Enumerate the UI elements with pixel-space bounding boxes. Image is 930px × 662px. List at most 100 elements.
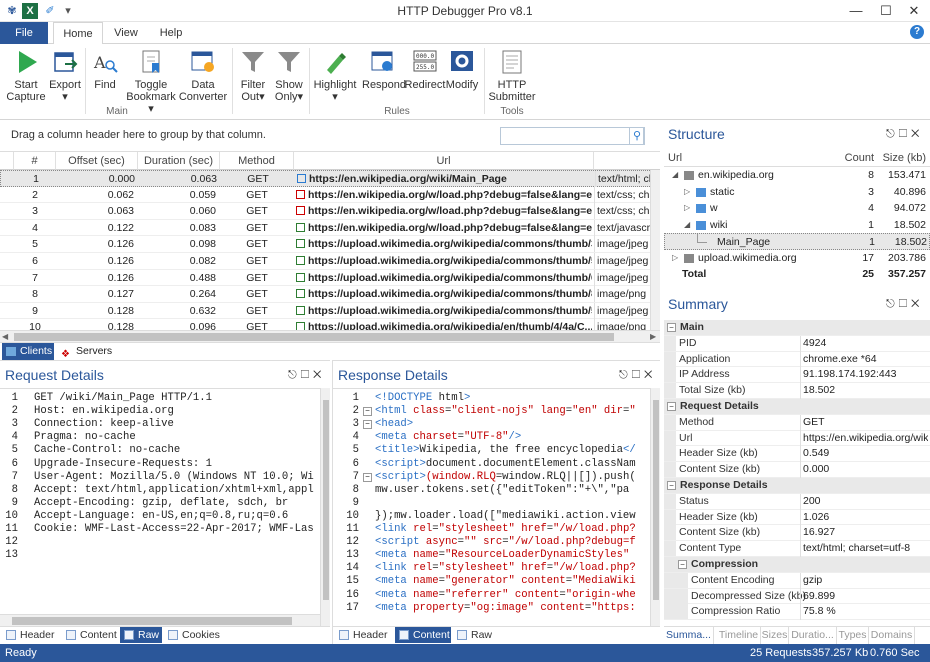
tab-help[interactable]: Help <box>150 22 192 44</box>
response-tab-content[interactable]: Content <box>395 627 451 643</box>
tab-home[interactable]: Home <box>53 22 103 45</box>
column-header-method[interactable]: Method <box>220 152 294 170</box>
minimize-button[interactable]: — <box>842 0 870 22</box>
pin-icon[interactable]: ⎋ <box>288 369 301 381</box>
summary-section[interactable]: − Main <box>664 320 930 336</box>
response-vertical-scrollbar[interactable] <box>650 388 660 626</box>
summary-section[interactable]: − Request Details <box>664 399 930 415</box>
scroll-left-icon[interactable]: ◀ <box>2 332 8 341</box>
structure-row[interactable]: ▷ w 4 94.072 <box>664 200 930 217</box>
fold-icon[interactable]: − <box>363 407 372 417</box>
http-submitter-button[interactable]: HTTP Submitter <box>488 48 536 103</box>
table-row[interactable]: 4 0.122 0.083 GET https://en.wikipedia.org/w… <box>0 219 660 237</box>
tree-expander-icon[interactable]: ▷ <box>684 184 690 201</box>
search-input[interactable] <box>500 127 644 145</box>
structure-row[interactable]: Total 25 357.257 <box>664 266 930 283</box>
fold-icon[interactable]: − <box>363 472 372 482</box>
structure-row[interactable]: ▷ upload.wikimedia.org 17 203.786 <box>664 250 930 267</box>
close-window-button[interactable]: ✕ <box>900 0 928 22</box>
horizontal-scroll-thumb[interactable] <box>14 333 614 341</box>
collapse-icon[interactable]: − <box>667 323 676 332</box>
horizontal-scrollbar[interactable]: ◀ ▶ <box>0 330 660 342</box>
respond-button[interactable]: Respond <box>362 48 406 91</box>
tree-expander-icon[interactable]: ▷ <box>684 200 690 217</box>
column-header-duration[interactable]: Duration (sec) <box>138 152 220 170</box>
highlight-button[interactable]: Highlight ▾ <box>312 48 358 103</box>
collapse-icon[interactable]: − <box>667 481 676 490</box>
tree-expander-icon[interactable]: ▷ <box>672 250 678 267</box>
close-pane-icon[interactable]: ✕ <box>644 369 656 381</box>
summary-tab[interactable]: Summa... <box>664 627 714 644</box>
float-icon[interactable]: ☐ <box>899 298 911 310</box>
response-tab-raw[interactable]: Raw <box>453 627 495 643</box>
summary-tab[interactable]: Timeline <box>717 627 761 644</box>
start-capture-button[interactable]: Start Capture <box>4 48 48 103</box>
structure-column-url[interactable]: Url <box>668 150 682 167</box>
tree-expander-icon[interactable]: ◢ <box>684 217 690 234</box>
structure-row[interactable]: ◢ wiki 1 18.502 <box>664 217 930 234</box>
request-tab-cookies[interactable]: Cookies <box>164 627 222 643</box>
request-vertical-scrollbar[interactable] <box>320 388 330 626</box>
table-row[interactable]: 1 0.000 0.063 GET https://en.wikipedia.org/w… <box>0 170 660 187</box>
response-details-editor[interactable]: 1 <!DOCTYPE html> 2− <html class="client-no… <box>332 388 660 626</box>
structure-column-size[interactable]: Size (kb) <box>876 150 926 167</box>
tab-file[interactable]: File <box>0 22 48 44</box>
structure-row[interactable]: ◢ en.wikipedia.org 8 153.471 <box>664 167 930 184</box>
summary-tab[interactable]: Sizes <box>761 627 789 644</box>
table-vertical-scrollbar[interactable] <box>650 170 660 330</box>
table-row[interactable]: 3 0.063 0.060 GET https://en.wikipedia.org/w… <box>0 203 660 220</box>
summary-tab[interactable]: Domains <box>869 627 915 644</box>
close-pane-icon[interactable]: ✕ <box>911 298 923 310</box>
request-tab-raw[interactable]: Raw <box>120 627 162 643</box>
toggle-bookmark-button[interactable]: Toggle Bookmark ▾ <box>124 48 178 115</box>
tab-servers[interactable]: ❖ Servers <box>58 343 112 360</box>
tab-view[interactable]: View <box>106 22 146 44</box>
redirect-button[interactable]: 000.0 255.0 Redirect <box>404 48 446 91</box>
request-details-editor[interactable]: 1 GET /wiki/Main_Page HTTP/1.1 2 Host: en.w… <box>0 388 330 626</box>
show-only-button[interactable]: Show Only▾ <box>272 48 306 103</box>
group-by-bar[interactable]: Drag a column header here to group by th… <box>0 120 660 152</box>
float-icon[interactable]: ☐ <box>301 369 313 381</box>
data-converter-button[interactable]: Data Converter <box>178 48 228 103</box>
fold-icon[interactable]: − <box>363 420 372 430</box>
structure-row[interactable]: ▷ static 3 40.896 <box>664 184 930 201</box>
pin-icon[interactable]: ⎋ <box>619 369 632 381</box>
find-button[interactable]: A Find <box>88 48 122 91</box>
column-header-number[interactable]: # <box>14 152 56 170</box>
table-row[interactable]: 8 0.127 0.264 GET https://upload.wikimedia.o… <box>0 286 660 303</box>
collapse-icon[interactable]: − <box>678 560 687 569</box>
tree-expander-icon[interactable]: ◢ <box>672 167 678 184</box>
summary-section[interactable]: − Compression <box>664 557 930 573</box>
request-horizontal-scrollbar[interactable] <box>0 614 320 626</box>
structure-column-count[interactable]: Count <box>840 150 874 167</box>
maximize-button[interactable]: ☐ <box>872 0 900 22</box>
column-header-url[interactable]: Url <box>294 152 594 170</box>
table-row[interactable]: 10 0.128 0.096 GET https://upload.wikimedia.… <box>0 319 660 330</box>
scroll-right-icon[interactable]: ▶ <box>650 332 656 341</box>
table-row[interactable]: 9 0.128 0.632 GET https://upload.wikimedia.o… <box>0 302 660 320</box>
column-header-offset[interactable]: Offset (sec) <box>56 152 138 170</box>
close-pane-icon[interactable]: ✕ <box>313 369 325 381</box>
column-header-content-type[interactable] <box>594 152 660 170</box>
search-icon[interactable]: ⚲ <box>629 127 645 145</box>
float-icon[interactable]: ☐ <box>632 369 644 381</box>
modify-button[interactable]: Modify <box>444 48 480 91</box>
float-icon[interactable]: ☐ <box>899 128 911 140</box>
help-icon[interactable]: ? <box>910 25 924 39</box>
response-tab-header[interactable]: Header <box>335 627 393 643</box>
close-pane-icon[interactable]: ✕ <box>911 128 923 140</box>
summary-tab[interactable]: Types <box>837 627 869 644</box>
tab-clients[interactable]: Clients <box>2 343 54 360</box>
filter-out-button[interactable]: Filter Out▾ <box>236 48 270 103</box>
collapse-icon[interactable]: − <box>667 402 676 411</box>
table-row[interactable]: 2 0.062 0.059 GET https://en.wikipedia.org/w… <box>0 186 660 204</box>
request-tab-content[interactable]: Content <box>62 627 118 643</box>
table-row[interactable]: 6 0.126 0.082 GET https://upload.wikimedia.o… <box>0 253 660 270</box>
pin-icon[interactable]: ⎋ <box>886 128 899 140</box>
pin-icon[interactable]: ⎋ <box>886 298 899 310</box>
table-row[interactable]: 7 0.126 0.488 GET https://upload.wikimedia.o… <box>0 269 660 287</box>
summary-tab[interactable]: Duratio... <box>789 627 837 644</box>
table-row[interactable]: 5 0.126 0.098 GET https://upload.wikimedia.o… <box>0 236 660 253</box>
summary-section[interactable]: − Response Details <box>664 478 930 494</box>
export-button[interactable]: Export ▾ <box>46 48 84 103</box>
